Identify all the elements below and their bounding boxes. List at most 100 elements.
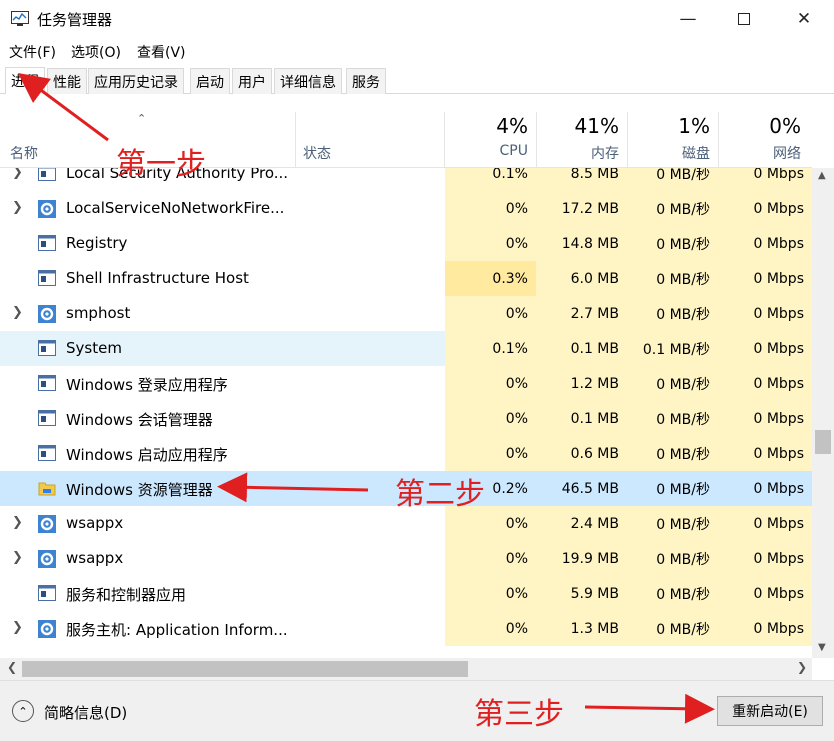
maximize-button[interactable]: [716, 0, 772, 38]
network-value: 0 Mbps: [718, 168, 812, 191]
tab-services[interactable]: 服务: [346, 68, 386, 94]
process-row[interactable]: 服务和控制器应用 0% 5.9 MB 0 MB/秒 0 Mbps: [0, 576, 812, 611]
scroll-up-icon[interactable]: ▲: [818, 170, 826, 181]
process-row[interactable]: Windows 启动应用程序 0% 0.6 MB 0 MB/秒 0 Mbps: [0, 436, 812, 471]
tab-label: 用户: [238, 74, 266, 91]
process-row[interactable]: Windows 登录应用程序 0% 1.2 MB 0 MB/秒 0 Mbps: [0, 366, 812, 401]
minimize-button[interactable]: —: [660, 0, 716, 38]
title-bar: 任务管理器 — ✕: [0, 0, 834, 38]
process-row[interactable]: Shell Infrastructure Host 0.3% 6.0 MB 0 MB/…: [0, 261, 812, 296]
tab-performance[interactable]: 性能: [47, 68, 87, 94]
process-name: Windows 会话管理器: [66, 411, 213, 429]
disk-value: 0 MB/秒: [627, 191, 718, 226]
tab-label: 详细信息: [280, 74, 336, 91]
process-row[interactable]: ❯ LocalServiceNoNetworkFire... 0% 17.2 MB 0 …: [0, 191, 812, 226]
process-row[interactable]: ❯ wsappx 0% 19.9 MB 0 MB/秒 0 Mbps: [0, 541, 812, 576]
vertical-scroll-thumb[interactable]: [815, 430, 831, 454]
network-value: 0 Mbps: [718, 611, 812, 646]
expand-chevron-icon[interactable]: ❯: [12, 200, 23, 215]
process-row[interactable]: ❯ 服务主机: Application Inform... 0% 1.3 MB 0 MB…: [0, 611, 812, 646]
network-value: 0 Mbps: [718, 366, 812, 401]
close-button[interactable]: ✕: [776, 0, 832, 38]
memory-value: 5.9 MB: [536, 576, 627, 611]
gear-icon: [38, 620, 56, 638]
process-row[interactable]: System 0.1% 0.1 MB 0.1 MB/秒 0 Mbps: [0, 331, 812, 366]
process-row[interactable]: Windows 会话管理器 0% 0.1 MB 0 MB/秒 0 Mbps: [0, 401, 812, 436]
maximize-icon: [738, 13, 750, 25]
expand-chevron-icon[interactable]: ❯: [12, 168, 23, 180]
memory-value: 0.1 MB: [536, 331, 627, 366]
cpu-total-percent: 4%: [496, 114, 528, 138]
expand-chevron-icon[interactable]: ❯: [12, 515, 23, 530]
scroll-left-icon[interactable]: ❮: [7, 660, 17, 674]
column-memory[interactable]: 内存: [536, 143, 619, 163]
tab-label: 性能: [53, 74, 81, 91]
network-value: 0 Mbps: [718, 296, 812, 331]
tab-details[interactable]: 详细信息: [274, 68, 342, 94]
menu-file[interactable]: 文件(F): [9, 42, 56, 62]
restart-button[interactable]: 重新启动(E): [717, 696, 823, 726]
sort-caret-icon: ⌃: [137, 112, 147, 125]
restart-button-label: 重新启动(E): [732, 704, 808, 720]
vertical-scrollbar[interactable]: ▲ ▼: [812, 168, 834, 658]
cpu-value: 0%: [445, 576, 536, 611]
scroll-right-icon[interactable]: ❯: [797, 660, 807, 674]
column-cpu[interactable]: CPU: [445, 143, 528, 159]
column-disk[interactable]: 磁盘: [627, 143, 710, 163]
process-row[interactable]: ❯ smphost 0% 2.7 MB 0 MB/秒 0 Mbps: [0, 296, 812, 331]
memory-value: 0.1 MB: [536, 401, 627, 436]
disk-value: 0 MB/秒: [627, 436, 718, 471]
network-value: 0 Mbps: [718, 506, 812, 541]
window-title: 任务管理器: [37, 11, 113, 29]
gear-icon: [38, 305, 56, 323]
cpu-value: 0%: [445, 191, 536, 226]
task-manager-icon: [11, 11, 29, 26]
menu-view[interactable]: 查看(V): [137, 42, 186, 62]
app-window-icon: [38, 168, 56, 181]
app-window-icon: [38, 235, 56, 251]
tab-processes[interactable]: 进程: [5, 67, 45, 94]
process-name: wsappx: [66, 514, 124, 532]
column-name[interactable]: 名称: [10, 143, 38, 163]
network-value: 0 Mbps: [753, 480, 804, 497]
scroll-down-icon[interactable]: ▼: [818, 642, 826, 653]
tab-users[interactable]: 用户: [232, 68, 272, 94]
disk-value: 0 MB/秒: [627, 261, 718, 296]
column-divider[interactable]: [295, 112, 296, 168]
memory-value: 1.2 MB: [536, 366, 627, 401]
folder-icon: [38, 480, 56, 496]
disk-value: 0 MB/秒: [627, 506, 718, 541]
disk-value: 0 MB/秒: [627, 366, 718, 401]
memory-value: 6.0 MB: [536, 261, 627, 296]
memory-value: 46.5 MB: [561, 480, 619, 497]
horizontal-scrollbar[interactable]: ❮ ❯: [0, 658, 812, 680]
disk-value: 0 MB/秒: [627, 541, 718, 576]
horizontal-scroll-thumb[interactable]: [22, 661, 468, 677]
cpu-value: 0%: [445, 296, 536, 331]
expand-chevron-icon[interactable]: ❯: [12, 620, 23, 635]
network-total-percent: 0%: [769, 114, 801, 138]
cpu-value: 0%: [445, 366, 536, 401]
tab-label: 应用历史记录: [94, 74, 178, 91]
column-network[interactable]: 网络: [718, 143, 801, 163]
cpu-value: 0.1%: [445, 331, 536, 366]
menu-options[interactable]: 选项(O): [71, 42, 121, 62]
footer-bar: ⌃ 简略信息(D) 重新启动(E): [0, 680, 834, 741]
app-window-icon: [38, 270, 56, 286]
tab-startup[interactable]: 启动: [190, 68, 230, 94]
fewer-details-link[interactable]: 简略信息(D): [44, 702, 127, 723]
cpu-value: 0.1%: [445, 168, 536, 191]
network-value: 0 Mbps: [718, 541, 812, 576]
tab-app-history[interactable]: 应用历史记录: [88, 68, 184, 94]
process-row[interactable]: Registry 0% 14.8 MB 0 MB/秒 0 Mbps: [0, 226, 812, 261]
expand-chevron-icon[interactable]: ❯: [12, 305, 23, 320]
memory-value: 2.7 MB: [536, 296, 627, 331]
chevron-up-icon[interactable]: ⌃: [12, 700, 34, 722]
tab-label: 进程: [11, 74, 39, 90]
column-status[interactable]: 状态: [303, 143, 331, 163]
disk-total-percent: 1%: [678, 114, 710, 138]
expand-chevron-icon[interactable]: ❯: [12, 550, 23, 565]
process-name: Windows 登录应用程序: [66, 376, 228, 394]
cpu-value: 0.3%: [445, 261, 536, 296]
network-value: 0 Mbps: [718, 331, 812, 366]
